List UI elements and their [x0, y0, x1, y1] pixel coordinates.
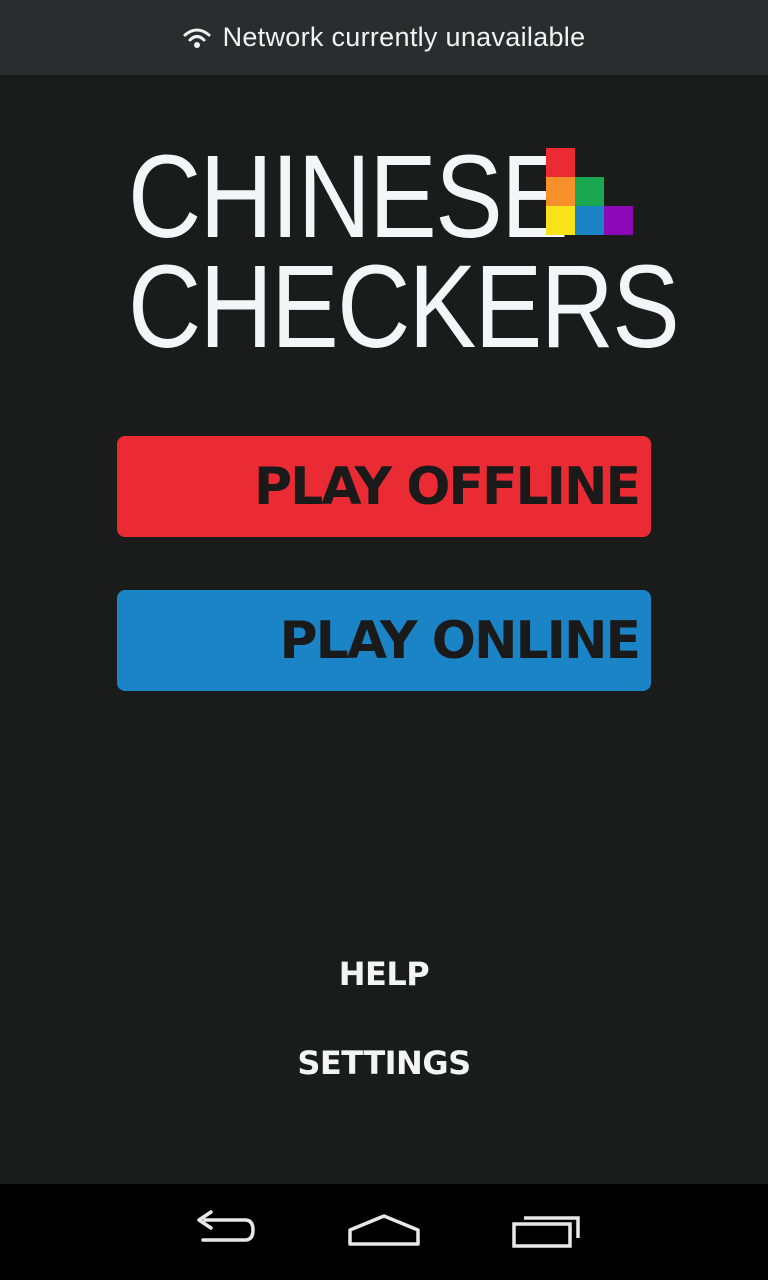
back-icon — [189, 1210, 259, 1254]
settings-button[interactable]: SETTINGS — [0, 1044, 768, 1082]
play-offline-label: PLAY OFFLINE — [253, 456, 641, 517]
home-icon — [346, 1210, 422, 1254]
play-online-label: PLAY ONLINE — [279, 610, 641, 671]
logo-block-purple — [604, 206, 633, 235]
home-button[interactable] — [336, 1204, 432, 1260]
wifi-icon — [183, 27, 211, 49]
network-status-text: Network currently unavailable — [222, 22, 586, 52]
back-button[interactable] — [176, 1204, 272, 1260]
logo-block-blue — [575, 206, 604, 235]
logo-color-blocks — [546, 148, 636, 238]
main-menu-screen: Network currently unavailable CHINESE CH… — [0, 0, 768, 1280]
network-status-banner: Network currently unavailable — [0, 0, 768, 75]
logo-title-line-2: CHECKERS — [128, 241, 680, 373]
recent-apps-icon — [510, 1210, 582, 1254]
logo-block-yellow — [546, 206, 575, 235]
play-online-button[interactable]: PLAY ONLINE — [117, 590, 651, 691]
play-offline-button[interactable]: PLAY OFFLINE — [117, 436, 651, 537]
system-navigation-bar — [0, 1184, 768, 1280]
recent-apps-button[interactable] — [498, 1204, 594, 1260]
logo-block-green — [575, 177, 604, 206]
logo-title-line-1: CHINESE — [128, 131, 569, 263]
game-logo: CHINESE CHECKERS — [128, 131, 680, 366]
logo-block-orange — [546, 177, 575, 206]
logo-block-red — [546, 148, 575, 177]
help-button[interactable]: HELP — [0, 955, 768, 993]
